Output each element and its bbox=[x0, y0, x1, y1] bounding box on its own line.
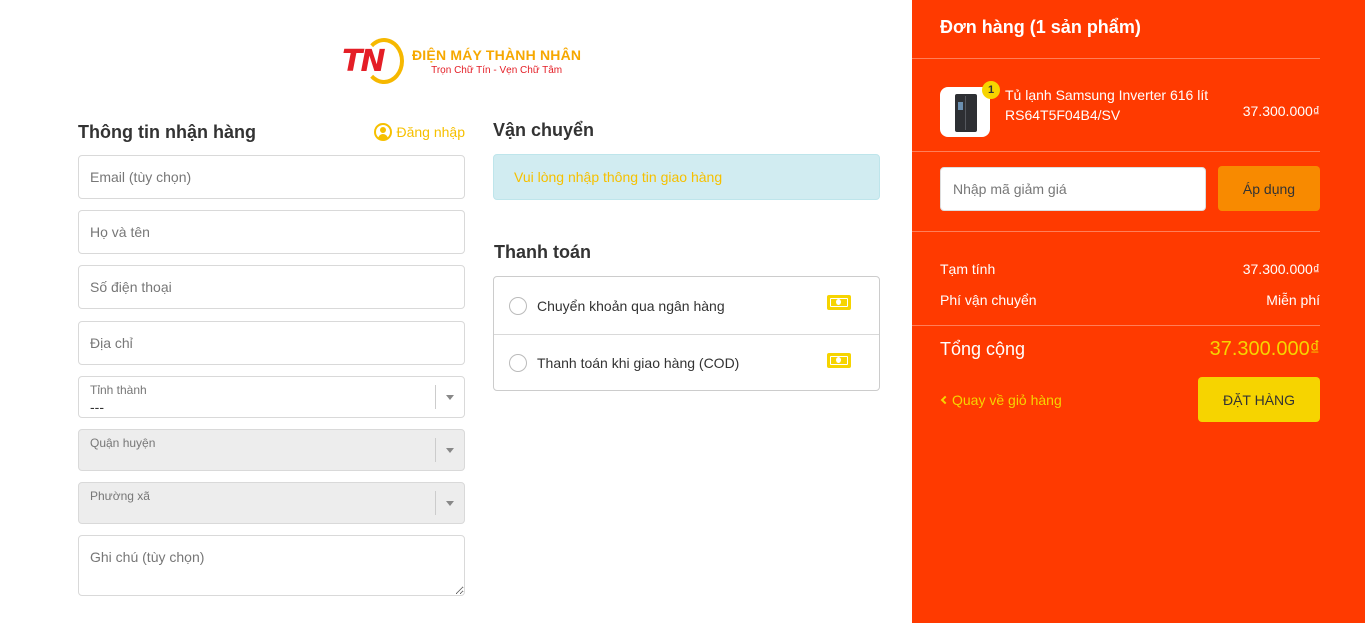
user-circle-icon bbox=[374, 123, 393, 141]
cash-icon bbox=[827, 353, 851, 368]
address-input[interactable] bbox=[79, 322, 464, 364]
shipping-fee-row: Phí vận chuyển Miễn phí bbox=[940, 292, 1320, 308]
logo-slogan: Trọn Chữ Tín - Vẹn Chữ Tâm bbox=[431, 64, 563, 76]
province-select[interactable]: Tỉnh thành --- bbox=[78, 376, 465, 418]
logo-mark: TN bbox=[342, 36, 404, 86]
payment-option-label: Chuyển khoản qua ngân hàng bbox=[537, 297, 725, 314]
order-summary-panel: Đơn hàng (1 sản phẩm) 1 Tủ lạnh Samsung … bbox=[912, 0, 1365, 623]
address-field[interactable] bbox=[78, 321, 465, 365]
total-label: Tổng cộng bbox=[940, 339, 1026, 359]
shipping-fee-value: Miễn phí bbox=[1266, 292, 1320, 308]
logo-brand: ĐIỆN MÁY THÀNH NHÂN bbox=[412, 46, 582, 63]
shipping-fee-label: Phí vận chuyển bbox=[940, 292, 1037, 308]
district-label: Quận huyện bbox=[90, 436, 156, 450]
ward-label: Phường xã bbox=[90, 489, 150, 503]
select-separator bbox=[435, 385, 436, 409]
divider bbox=[912, 231, 1320, 232]
back-to-cart-label: Quay về giỏ hàng bbox=[952, 392, 1062, 408]
ward-select[interactable]: Phường xã bbox=[78, 482, 465, 524]
coupon-input[interactable] bbox=[941, 168, 1205, 210]
logo-initials: TN bbox=[342, 44, 386, 79]
shipping-title: Vận chuyển bbox=[493, 120, 595, 140]
place-order-button[interactable]: ĐẶT HÀNG bbox=[1198, 377, 1320, 422]
radio-button[interactable] bbox=[509, 354, 527, 372]
email-input[interactable] bbox=[79, 156, 464, 198]
select-separator bbox=[435, 491, 436, 515]
subtotal-row: Tạm tính 37.300.000₫ bbox=[940, 261, 1320, 277]
receiving-info-title: Thông tin nhận hàng bbox=[78, 121, 256, 142]
payment-option-label: Thanh toán khi giao hàng (COD) bbox=[537, 355, 740, 371]
total-row: Tổng cộng 37.300.000₫ bbox=[940, 338, 1320, 361]
cash-icon bbox=[827, 295, 851, 310]
logo-text: ĐIỆN MÁY THÀNH NHÂN Trọn Chữ Tín - Vẹn C… bbox=[412, 47, 581, 76]
subtotal-value: 37.300.000₫ bbox=[1242, 261, 1320, 277]
receiving-info-header: Thông tin nhận hàng Đăng nhập bbox=[78, 120, 465, 144]
shipping-notice: Vui lòng nhập thông tin giao hàng bbox=[493, 154, 880, 200]
payment-title: Thanh toán bbox=[494, 242, 591, 262]
payment-options: Chuyển khoản qua ngân hàng Thanh toán kh… bbox=[493, 276, 880, 391]
district-select[interactable]: Quận huyện bbox=[78, 429, 465, 471]
order-title: Đơn hàng (1 sản phẩm) bbox=[940, 17, 1141, 37]
divider bbox=[912, 325, 1320, 326]
fullname-field[interactable] bbox=[78, 210, 465, 254]
divider bbox=[912, 58, 1320, 59]
note-field[interactable] bbox=[78, 535, 465, 596]
quantity-badge: 1 bbox=[982, 81, 1000, 99]
login-link[interactable]: Đăng nhập bbox=[374, 123, 465, 141]
refrigerator-image bbox=[955, 94, 977, 132]
chevron-down-icon bbox=[446, 395, 454, 400]
checkout-page: TN ĐIỆN MÁY THÀNH NHÂN Trọn Chữ Tín - Vẹ… bbox=[0, 0, 1365, 623]
divider bbox=[912, 151, 1320, 152]
radio-button[interactable] bbox=[509, 296, 527, 315]
payment-option-cod[interactable]: Thanh toán khi giao hàng (COD) bbox=[494, 334, 879, 391]
note-textarea[interactable] bbox=[79, 536, 464, 595]
province-label: Tỉnh thành bbox=[90, 383, 147, 397]
province-value: --- bbox=[90, 399, 104, 415]
store-logo[interactable]: TN ĐIỆN MÁY THÀNH NHÂN Trọn Chữ Tín - Vẹ… bbox=[342, 36, 581, 86]
fullname-input[interactable] bbox=[79, 211, 464, 253]
select-separator bbox=[435, 438, 436, 462]
apply-coupon-button[interactable]: Áp dụng bbox=[1218, 166, 1320, 211]
product-name: Tủ lạnh Samsung Inverter 616 lít RS64T5F… bbox=[1005, 87, 1209, 123]
total-value: 37.300.000₫ bbox=[1209, 338, 1320, 360]
back-to-cart-link[interactable]: Quay về giỏ hàng bbox=[940, 392, 1062, 408]
receiving-info-section: Thông tin nhận hàng Đăng nhập Tỉnh thành… bbox=[78, 120, 465, 596]
product-price: 37.300.000₫ bbox=[1242, 103, 1320, 119]
email-field[interactable] bbox=[78, 155, 465, 199]
chevron-down-icon bbox=[446, 448, 454, 453]
chevron-down-icon bbox=[446, 501, 454, 506]
login-label: Đăng nhập bbox=[396, 124, 465, 140]
subtotal-label: Tạm tính bbox=[940, 261, 996, 277]
payment-option-bank-transfer[interactable]: Chuyển khoản qua ngân hàng bbox=[494, 277, 879, 334]
shipping-payment-section: Vận chuyển Vui lòng nhập thông tin giao … bbox=[493, 120, 880, 391]
phone-field[interactable] bbox=[78, 265, 465, 309]
phone-input[interactable] bbox=[79, 266, 464, 308]
chevron-left-icon bbox=[940, 395, 950, 405]
coupon-field[interactable] bbox=[940, 167, 1206, 211]
